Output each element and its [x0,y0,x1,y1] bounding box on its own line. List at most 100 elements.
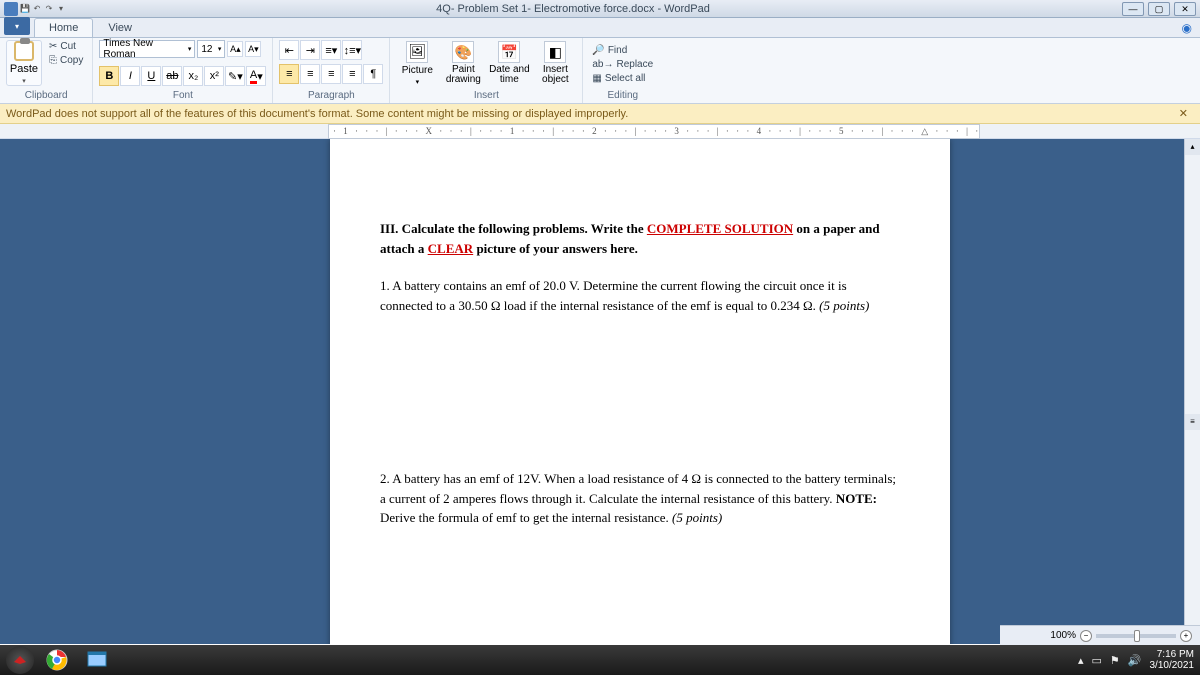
insert-object-button[interactable]: ◧Insert object [534,40,576,86]
heading-part3: picture of your answers here. [473,241,638,256]
group-paragraph-label: Paragraph [279,89,383,103]
warning-close-button[interactable]: ✕ [1173,107,1194,120]
clock-time: 7:16 PM [1150,649,1195,660]
tray-action-icon[interactable]: ▭ [1092,654,1102,667]
underline-button[interactable]: U [141,66,161,86]
strikethrough-button[interactable]: ab [162,66,182,86]
palette-icon: 🎨 [452,41,474,63]
font-family-value: Times New Roman [103,38,187,60]
app2-icon [87,651,107,669]
replace-button[interactable]: ab→Replace [589,58,656,71]
help-icon[interactable]: ◉ [1182,21,1192,35]
select-all-button[interactable]: ▦Select all [589,72,648,85]
indent-decrease-button[interactable]: ⇤ [279,40,299,60]
system-tray: ▴ ▭ ⚑ 🔊 7:16 PM 3/10/2021 [1078,649,1194,671]
group-clipboard: Paste ▾ ✂Cut ⎘Copy Clipboard [0,38,93,103]
minimize-button[interactable]: — [1122,2,1144,16]
picture-icon: 🖼 [406,41,428,63]
italic-button[interactable]: I [120,66,140,86]
align-center-button[interactable]: ≡ [300,64,320,84]
indent-increase-button[interactable]: ⇥ [300,40,320,60]
picture-label: Picture [402,65,433,76]
paste-button[interactable]: Paste ▾ [6,40,42,86]
qat-area: 💾 ↶ ↷ ▾ [0,2,66,16]
line-spacing-button[interactable]: ↕≡▾ [342,40,362,60]
find-label: Find [608,45,627,56]
file-menu-button[interactable]: ▾ [4,17,30,35]
bullets-button[interactable]: ≡▾ [321,40,341,60]
ruler[interactable]: · 1 · · · | · · · X · · · | · · · 1 · · … [0,124,1200,139]
align-left-button[interactable]: ≡ [279,64,299,84]
title-bar: 💾 ↶ ↷ ▾ 4Q- Problem Set 1- Electromotive… [0,0,1200,18]
document-page[interactable]: III. Calculate the following problems. W… [330,139,950,644]
paste-label: Paste [10,63,38,75]
shrink-font-button[interactable]: A▾ [245,41,261,57]
qat-save-icon[interactable]: 💾 [20,4,30,14]
start-button[interactable] [6,646,34,674]
font-size-combo[interactable]: 12▾ [197,40,225,58]
replace-icon: ab→ [592,59,613,70]
scroll-pagebreak-icon[interactable]: ≡ [1185,414,1200,430]
clock[interactable]: 7:16 PM 3/10/2021 [1150,649,1195,671]
date-label: Date and time [488,65,530,85]
window-controls: — ▢ ✕ [1122,2,1196,16]
copy-icon: ⎘ [49,55,57,66]
q2-note-label: NOTE: [836,491,877,506]
paste-dropdown-icon: ▾ [22,77,26,85]
align-justify-button[interactable]: ≡ [342,64,362,84]
group-insert: 🖼Picture▾ 🎨Paint drawing 📅Date and time … [390,38,583,103]
zoom-slider[interactable] [1096,634,1176,638]
subscript-button[interactable]: x₂ [183,66,203,86]
replace-label: Replace [616,59,653,70]
font-color-button[interactable]: A▾ [246,66,266,86]
font-family-combo[interactable]: Times New Roman▾ [99,40,195,58]
ruler-track: · 1 · · · | · · · X · · · | · · · 1 · · … [328,124,980,139]
superscript-button[interactable]: x² [204,66,224,86]
group-paragraph: ⇤ ⇥ ≡▾ ↕≡▾ ≡ ≡ ≡ ≡ ¶ Paragraph [273,38,390,103]
tray-volume-icon[interactable]: 🔊 [1128,654,1142,667]
maximize-button[interactable]: ▢ [1148,2,1170,16]
q1-points: (5 points) [819,298,869,313]
q2-note: Derive the formula of emf to get the int… [380,510,672,525]
tray-up-icon[interactable]: ▴ [1078,654,1084,667]
highlight-button[interactable]: ✎▾ [225,66,245,86]
app-icon [4,2,18,16]
vertical-scrollbar[interactable]: ▴ ≡ [1184,139,1200,644]
font-size-value: 12 [201,44,212,55]
heading-red1: COMPLETE SOLUTION [647,221,793,236]
copy-button[interactable]: ⎘Copy [46,54,86,67]
paragraph-dialog-button[interactable]: ¶ [363,64,383,84]
align-right-button[interactable]: ≡ [321,64,341,84]
scroll-up-button[interactable]: ▴ [1185,139,1200,155]
question-2: 2. A battery has an emf of 12V. When a l… [380,469,900,528]
heading-part1: III. Calculate the following problems. W… [380,221,647,236]
insert-date-button[interactable]: 📅Date and time [488,40,530,86]
tab-home[interactable]: Home [34,18,93,37]
qat-undo-icon[interactable]: ↶ [32,4,42,14]
selectall-label: Select all [605,73,646,84]
q2-points: (5 points) [672,510,722,525]
bold-button[interactable]: B [99,66,119,86]
cut-label: Cut [60,41,76,52]
copy-label: Copy [60,55,83,66]
zoom-in-button[interactable]: + [1180,630,1192,642]
grow-font-button[interactable]: A▴ [227,41,243,57]
qat-redo-icon[interactable]: ↷ [44,4,54,14]
qat-dropdown-icon[interactable]: ▾ [56,4,66,14]
taskbar-chrome[interactable] [40,648,74,672]
group-editing: 🔎Find ab→Replace ▦Select all Editing [583,38,662,103]
find-button[interactable]: 🔎Find [589,44,630,57]
insert-paint-button[interactable]: 🎨Paint drawing [442,40,484,86]
close-button[interactable]: ✕ [1174,2,1196,16]
group-editing-label: Editing [589,89,656,103]
zoom-out-button[interactable]: − [1080,630,1092,642]
group-clipboard-label: Clipboard [6,89,86,103]
tab-view[interactable]: View [93,18,147,37]
format-warning-bar: WordPad does not support all of the feat… [0,104,1200,124]
tray-flag-icon[interactable]: ⚑ [1110,654,1120,667]
insert-picture-button[interactable]: 🖼Picture▾ [396,40,438,86]
ribbon-tabs: ▾ Home View ◉ [0,18,1200,38]
taskbar-app[interactable] [80,648,114,672]
cut-button[interactable]: ✂Cut [46,40,86,53]
zoom-thumb[interactable] [1134,630,1140,642]
